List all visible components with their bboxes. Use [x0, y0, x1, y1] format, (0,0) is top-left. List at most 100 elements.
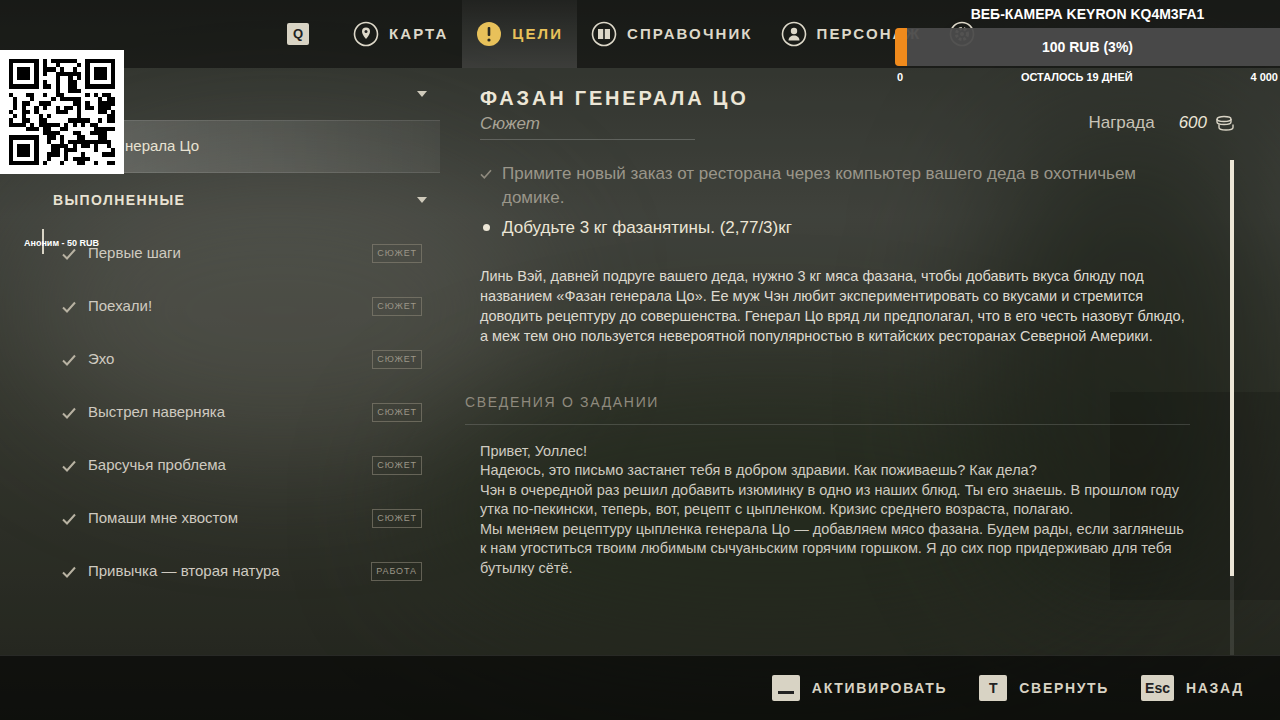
quest-tag: СЮЖЕТ — [372, 297, 422, 317]
key-cap[interactable]: T — [979, 675, 1007, 701]
stream-goal-overlay: ВЕБ-КАМЕРА KEYRON KQ4M3FA1 100 RUB (3%) 0 О… — [895, 0, 1280, 86]
key-hint[interactable]: Esc НАЗАД — [1141, 675, 1244, 701]
goal-min: 0 — [897, 69, 903, 86]
check-icon — [62, 407, 76, 419]
quest-label: Помаши мне хвостом — [88, 507, 238, 530]
letter-line: Мы меняем рецептуру цыпленка генерала Цо… — [480, 520, 1192, 579]
caret-icon — [416, 90, 428, 98]
key-hint[interactable]: АКТИВИРОВАТЬ — [772, 675, 947, 701]
book-icon — [591, 21, 617, 47]
quest-category-block: Сюжет — [480, 111, 695, 140]
details-heading: СВЕДЕНИЯ О ЗАДАНИИ — [465, 394, 659, 410]
key-hint-label: АКТИВИРОВАТЬ — [812, 678, 947, 699]
goal-label: 100 RUB (3%) — [1042, 37, 1133, 58]
nav-tab[interactable]: КАРТА — [339, 0, 462, 68]
completed-quest-item[interactable]: Привычка — вторая натура РАБОТА — [0, 545, 440, 598]
quest-label: Привычка — вторая натура — [88, 560, 280, 583]
quest-label: Эхо — [88, 348, 114, 371]
caret-icon — [416, 196, 428, 204]
completed-quest-item[interactable]: Выстрел наверняка СЮЖЕТ — [0, 386, 440, 439]
completed-title: ВЫПОЛНЕННЫЕ — [53, 190, 185, 211]
quest-details: ФАЗАН ГЕНЕРАЛА ЦО Сюжет Награда 600 Примите … — [440, 68, 1280, 655]
check-icon — [62, 513, 76, 525]
nav-tab-label: СПРАВОЧНИК — [627, 23, 753, 46]
nav-tab[interactable]: ЦЕЛИ — [462, 0, 577, 68]
nav-key-hint: Q — [287, 0, 339, 68]
check-icon — [480, 162, 492, 186]
letter: Привет, Уоллес!Надеюсь, это письмо заста… — [480, 442, 1192, 579]
space-key-bar — [778, 691, 794, 694]
check-icon — [62, 248, 76, 260]
completed-quest-item[interactable]: Первые шаги СЮЖЕТ — [0, 227, 440, 280]
letter-line: Чэн в очередной раз решил добавить изюми… — [480, 481, 1192, 520]
objective: Примите новый заказ от ресторана через к… — [480, 162, 1235, 210]
donation-label: Аноним - 50 RUB — [24, 237, 99, 251]
scrollbar-track[interactable] — [1230, 160, 1234, 655]
quest-description: Линь Вэй, давней подруге вашего деда, ну… — [480, 266, 1192, 346]
q-key[interactable]: Q — [287, 23, 309, 45]
completed-quest-item[interactable]: Барсучья проблема СЮЖЕТ — [0, 439, 440, 492]
scrollbar-thumb[interactable] — [1230, 160, 1234, 576]
hover-indicator — [42, 441, 44, 466]
key-hint[interactable]: T СВЕРНУТЬ — [979, 675, 1109, 701]
key-hint-label: НАЗАД — [1186, 678, 1244, 699]
bullet — [480, 216, 492, 240]
hover-indicator — [42, 335, 44, 360]
quest-tag: СЮЖЕТ — [372, 456, 422, 476]
key-hint-label: СВЕРНУТЬ — [1019, 678, 1109, 699]
quest-label: Барсучья проблема — [88, 454, 226, 477]
check-icon — [62, 301, 76, 313]
person-icon — [781, 21, 807, 47]
check-icon — [62, 460, 76, 472]
footer-bar: АКТИВИРОВАТЬ T СВЕРНУТЬ Esc НАЗАД — [0, 655, 1280, 720]
quest-label: Поехали! — [88, 295, 152, 318]
goal-bar-fill — [895, 28, 907, 66]
reward-amount: 600 — [1179, 110, 1207, 136]
objective: Добудьте 3 кг фазанятины. (2,77/3)кг — [480, 216, 1235, 240]
hover-indicator — [42, 547, 44, 572]
objectives: Примите новый заказ от ресторана через к… — [480, 162, 1235, 240]
hover-indicator — [42, 494, 44, 519]
objective-text: Добудьте 3 кг фазанятины. (2,77/3)кг — [502, 216, 792, 240]
quest-tag: СЮЖЕТ — [372, 350, 422, 370]
goal-scale: 0 ОСТАЛОСЬ 19 ДНЕЙ 4 000 — [895, 66, 1280, 86]
details-heading-block: СВЕДЕНИЯ О ЗАДАНИИ — [465, 390, 1190, 425]
quest-tag: СЮЖЕТ — [372, 244, 422, 264]
exclamation-icon — [476, 21, 502, 47]
quest-label: Выстрел наверняка — [88, 401, 225, 424]
goal-remaining: ОСТАЛОСЬ 19 ДНЕЙ — [1021, 69, 1133, 86]
bullet-dot — [483, 224, 490, 231]
completed-quest-item[interactable]: Эхо СЮЖЕТ — [0, 333, 440, 386]
quest-tag: СЮЖЕТ — [372, 403, 422, 423]
check-icon — [62, 566, 76, 578]
quest-category: Сюжет — [480, 114, 540, 133]
map-pin-icon — [353, 21, 379, 47]
letter-line: Привет, Уоллес! — [480, 442, 1192, 462]
quest-label: Первые шаги — [88, 242, 181, 265]
webcam-label: ВЕБ-КАМЕРА KEYRON KQ4M3FA1 — [895, 0, 1280, 28]
quest-tag: СЮЖЕТ — [372, 509, 422, 529]
active-quest-label: нерала Цо — [125, 135, 199, 158]
check-icon — [62, 354, 76, 366]
nav-tab-label: КАРТА — [389, 23, 448, 46]
hover-indicator — [42, 282, 44, 307]
nav-tab-label: ЦЕЛИ — [512, 23, 563, 46]
reward-label: Награда — [1088, 110, 1154, 136]
goal-bar: 100 RUB (3%) — [895, 28, 1280, 66]
objective-text: Примите новый заказ от ресторана через к… — [502, 162, 1162, 210]
quest-title: ФАЗАН ГЕНЕРАЛА ЦО — [480, 85, 749, 111]
letter-line: Надеюсь, это письмо застанет тебя в добр… — [480, 461, 1192, 481]
completed-quest-item[interactable]: Поехали! СЮЖЕТ — [0, 280, 440, 333]
hover-indicator — [42, 388, 44, 413]
quest-tag: РАБОТА — [371, 562, 422, 582]
goal-max: 4 000 — [1250, 69, 1278, 86]
reward: Награда 600 — [1088, 110, 1235, 140]
qr-code — [0, 50, 124, 174]
completed-header[interactable]: ВЫПОЛНЕННЫЕ — [0, 173, 440, 227]
coins-icon — [1215, 115, 1235, 131]
quest-title-block: ФАЗАН ГЕНЕРАЛА ЦО Сюжет — [480, 85, 749, 140]
completed-quest-item[interactable]: Помаши мне хвостом СЮЖЕТ — [0, 492, 440, 545]
key-cap[interactable]: Esc — [1141, 675, 1174, 701]
nav-tab[interactable]: СПРАВОЧНИК — [577, 0, 767, 68]
space-key[interactable] — [772, 675, 800, 701]
